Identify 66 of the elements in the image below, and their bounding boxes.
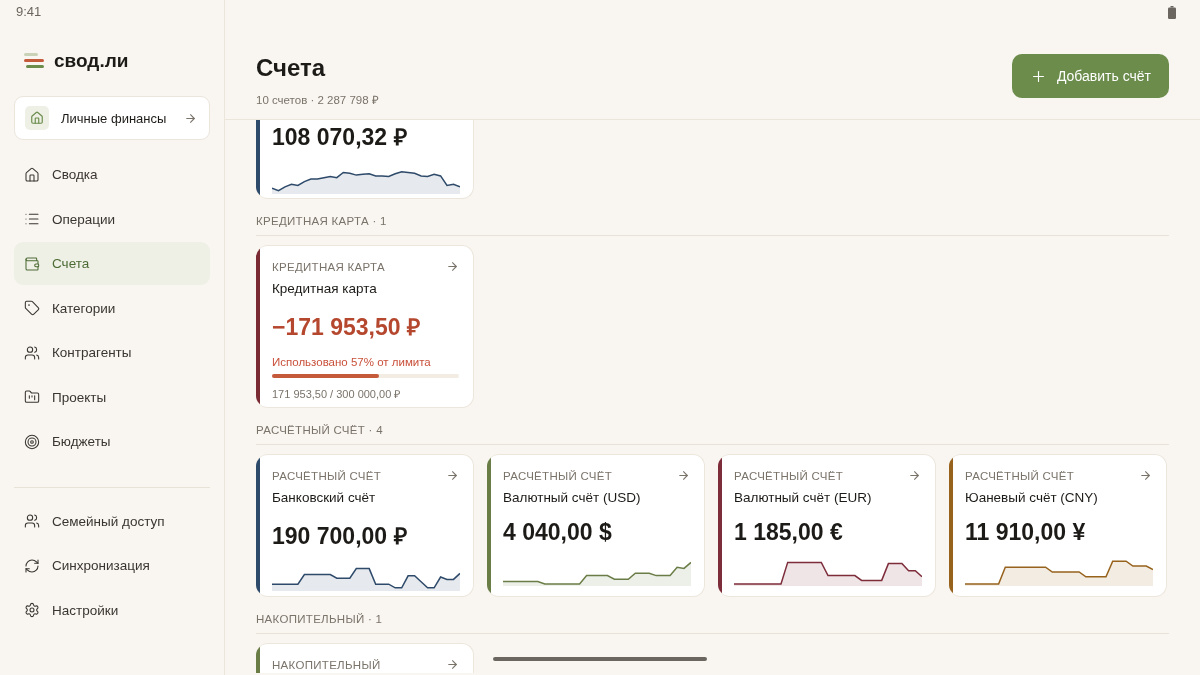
list-icon	[24, 211, 40, 227]
account-type: КРЕДИТНАЯ КАРТА	[272, 260, 385, 273]
battery-icon	[1168, 5, 1176, 19]
arrow-icon	[677, 469, 690, 482]
arrow-icon	[446, 469, 459, 482]
account-balance: 1 185,00 €	[734, 519, 844, 546]
folder-icon	[24, 389, 40, 405]
account-balance: 190 700,00 ₽	[272, 522, 408, 551]
account-balance: −171 953,50 ₽	[272, 313, 421, 342]
workspace-switcher[interactable]: Личные финансы	[14, 96, 210, 140]
nav-item[interactable]: Категории	[14, 286, 210, 330]
sync-icon	[24, 557, 40, 574]
logo-text: свод.ли	[54, 50, 129, 72]
nav-item[interactable]: Счета	[14, 242, 210, 285]
nav-item[interactable]: Бюджеты	[14, 420, 210, 463]
account-name: Валютный счёт (EUR)	[734, 490, 873, 505]
account-card[interactable]: КРЕДИТНАЯ КАРТА Кредитная карта −171 953,50 ₽ Использовано 57% от лимита 171 953,50 / 300 000,00 ₽	[256, 245, 474, 408]
arrow-icon	[184, 111, 197, 125]
account-type: НАКОПИТЕЛЬНЫЙ	[272, 658, 381, 671]
home-icon	[24, 166, 40, 183]
tag-icon	[24, 300, 40, 316]
account-balance: 11 910,00 ¥	[965, 519, 1087, 546]
nav-item[interactable]: Семейный доступ	[14, 499, 210, 543]
section-heading: КРЕДИТНАЯ КАРТА · 1	[256, 199, 1169, 236]
nav-item[interactable]: Проекты	[14, 375, 210, 419]
limit-amount: 171 953,50 / 300 000,00 ₽	[272, 387, 402, 401]
home-icon	[25, 106, 49, 130]
add-account-button[interactable]: Добавить счёт	[1011, 54, 1169, 98]
page-title: Счета	[256, 54, 327, 82]
home-indicator[interactable]	[493, 657, 707, 661]
account-balance: 4 040,00 $	[503, 519, 613, 546]
arrow-icon	[908, 469, 921, 482]
account-type: РАСЧЁТНЫЙ СЧЁТ	[734, 469, 844, 482]
account-balance: 108 070,32 ₽	[272, 123, 408, 152]
account-card[interactable]: РАСЧЁТНЫЙ СЧЁТ Юаневый счёт (CNY) 11 910,00 ¥	[949, 454, 1167, 597]
account-card[interactable]: НАКОПИТЕЛЬНЫЙ	[256, 643, 474, 673]
nav-item[interactable]: Синхронизация	[14, 544, 210, 587]
section-heading: РАСЧЁТНЫЙ СЧЁТ · 4	[256, 408, 1169, 445]
section-heading: НАКОПИТЕЛЬНЫЙ · 1	[256, 597, 1169, 634]
account-card[interactable]: РАСЧЁТНЫЙ СЧЁТ Валютный счёт (USD) 4 040,00 $	[487, 454, 705, 597]
account-type: РАСЧЁТНЫЙ СЧЁТ	[272, 469, 382, 482]
account-name: Банковский счёт	[272, 490, 377, 505]
account-card[interactable]: РАСЧЁТНЫЙ СЧЁТ Банковский счёт 190 700,00 ₽	[256, 454, 474, 597]
wallet-icon	[24, 255, 40, 272]
account-name: Кредитная карта	[272, 281, 378, 296]
limit-usage: Использовано 57% от лимита	[272, 356, 432, 368]
account-type: РАСЧЁТНЫЙ СЧЁТ	[503, 469, 613, 482]
account-name: Юаневый счёт (CNY)	[965, 490, 1099, 505]
account-card[interactable]: РАСЧЁТНЫЙ СЧЁТ Валютный счёт (EUR) 1 185,00 €	[718, 454, 936, 597]
nav-item[interactable]: Настройки	[14, 588, 210, 632]
arrow-icon	[446, 658, 459, 671]
target-icon	[24, 433, 40, 450]
account-card[interactable]: 108 070,32 ₽	[256, 120, 474, 199]
people-icon	[24, 344, 40, 361]
arrow-icon	[446, 260, 459, 273]
status-time: 9:41	[16, 4, 42, 21]
settings-icon	[24, 602, 40, 618]
nav-item[interactable]: Контрагенты	[14, 331, 210, 374]
account-name: Валютный счёт (USD)	[503, 490, 642, 505]
nav-item[interactable]: Сводка	[14, 153, 210, 196]
nav-item[interactable]: Операции	[14, 197, 210, 241]
account-type: РАСЧЁТНЫЙ СЧЁТ	[965, 469, 1075, 482]
arrow-icon	[1139, 469, 1152, 482]
logo-icon	[24, 53, 44, 69]
page-subtitle: 10 счетов · 2 287 798 ₽	[256, 93, 379, 107]
people-icon	[24, 513, 40, 529]
